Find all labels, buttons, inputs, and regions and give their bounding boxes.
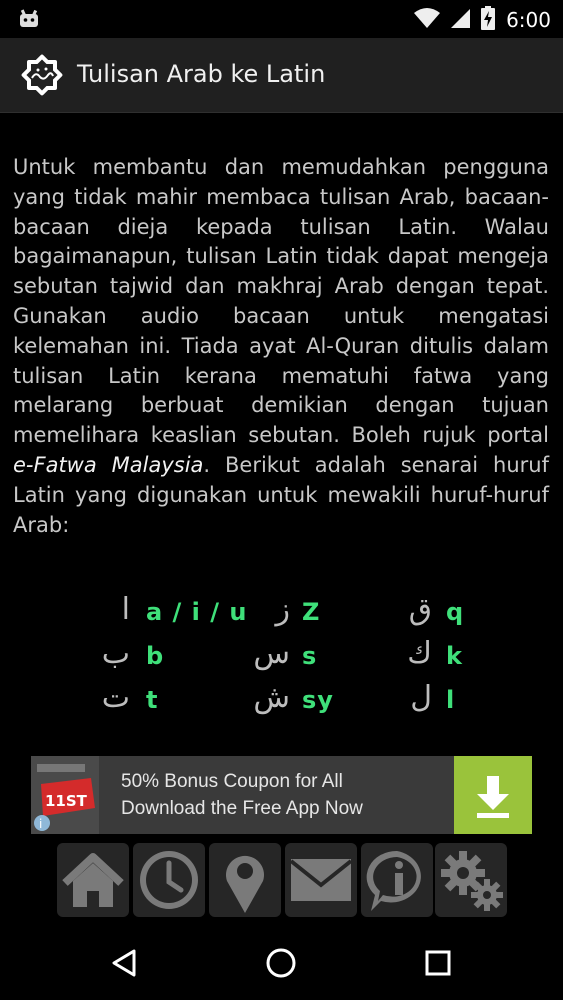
app-bar: Tulisan Arab ke Latin bbox=[0, 38, 563, 113]
status-clock: 6:00 bbox=[506, 8, 551, 32]
latin-letter: s bbox=[302, 642, 318, 670]
latin-letter: q bbox=[446, 598, 465, 626]
ad-line-1: 50% Bonus Coupon for All bbox=[121, 771, 343, 792]
app-title: Tulisan Arab ke Latin bbox=[77, 60, 326, 88]
recents-icon[interactable] bbox=[424, 949, 452, 981]
system-nav-bar bbox=[0, 930, 563, 1000]
arabic-letter: ق bbox=[408, 592, 432, 627]
latin-letter: k bbox=[446, 642, 463, 670]
battery-charging-icon bbox=[480, 6, 496, 34]
home-circle-icon[interactable] bbox=[265, 947, 297, 983]
arabic-letter: ز bbox=[275, 592, 291, 627]
ad-thumbnail: 11ST i bbox=[31, 756, 99, 834]
svg-text:i: i bbox=[39, 817, 42, 831]
wifi-icon bbox=[414, 7, 441, 33]
arabic-letter: ش bbox=[253, 680, 290, 715]
latin-letter: b bbox=[146, 642, 165, 670]
description-text-1: Untuk membantu dan memudahkan pengguna y… bbox=[13, 155, 549, 448]
signal-icon bbox=[450, 7, 471, 33]
ad-text[interactable]: 50% Bonus Coupon for All Download the Fr… bbox=[121, 768, 363, 822]
e-fatwa-link[interactable]: e-Fatwa Malaysia bbox=[13, 453, 203, 477]
android-icon bbox=[18, 8, 40, 34]
bottom-icon-bar bbox=[57, 843, 507, 917]
info-icon[interactable] bbox=[361, 843, 433, 917]
latin-letter: Z bbox=[302, 598, 321, 626]
status-bar: 6:00 bbox=[0, 0, 563, 38]
latin-letter: sy bbox=[302, 686, 334, 714]
svg-text:11ST: 11ST bbox=[45, 792, 88, 810]
location-pin-icon[interactable] bbox=[209, 843, 281, 917]
description-paragraph: Untuk membantu dan memudahkan pengguna y… bbox=[13, 153, 549, 540]
clock-icon[interactable] bbox=[133, 843, 205, 917]
arabic-letter: ل bbox=[410, 680, 432, 715]
ad-banner[interactable]: 11ST i 50% Bonus Coupon for All Download… bbox=[31, 756, 532, 834]
settings-icon[interactable] bbox=[435, 843, 507, 917]
arabic-letter: ك bbox=[407, 636, 432, 671]
latin-letter: a / i / u bbox=[146, 598, 248, 626]
arabic-letter: ا bbox=[121, 592, 130, 627]
download-icon[interactable] bbox=[454, 756, 532, 834]
solat-logo-icon[interactable] bbox=[18, 51, 66, 99]
ad-line-2: Download the Free App Now bbox=[121, 798, 363, 819]
mail-icon[interactable] bbox=[285, 843, 357, 917]
home-icon[interactable] bbox=[57, 843, 129, 917]
latin-letter: t bbox=[146, 686, 159, 714]
arabic-letter: ت bbox=[101, 680, 130, 715]
back-icon[interactable] bbox=[110, 948, 140, 982]
latin-letter: l bbox=[446, 686, 456, 714]
letter-mapping-grid: ا a / i / u ب b ت t ز Z س s ش sy ق q ك k… bbox=[80, 590, 500, 720]
arabic-letter: س bbox=[253, 636, 290, 671]
arabic-letter: ب bbox=[101, 636, 130, 671]
